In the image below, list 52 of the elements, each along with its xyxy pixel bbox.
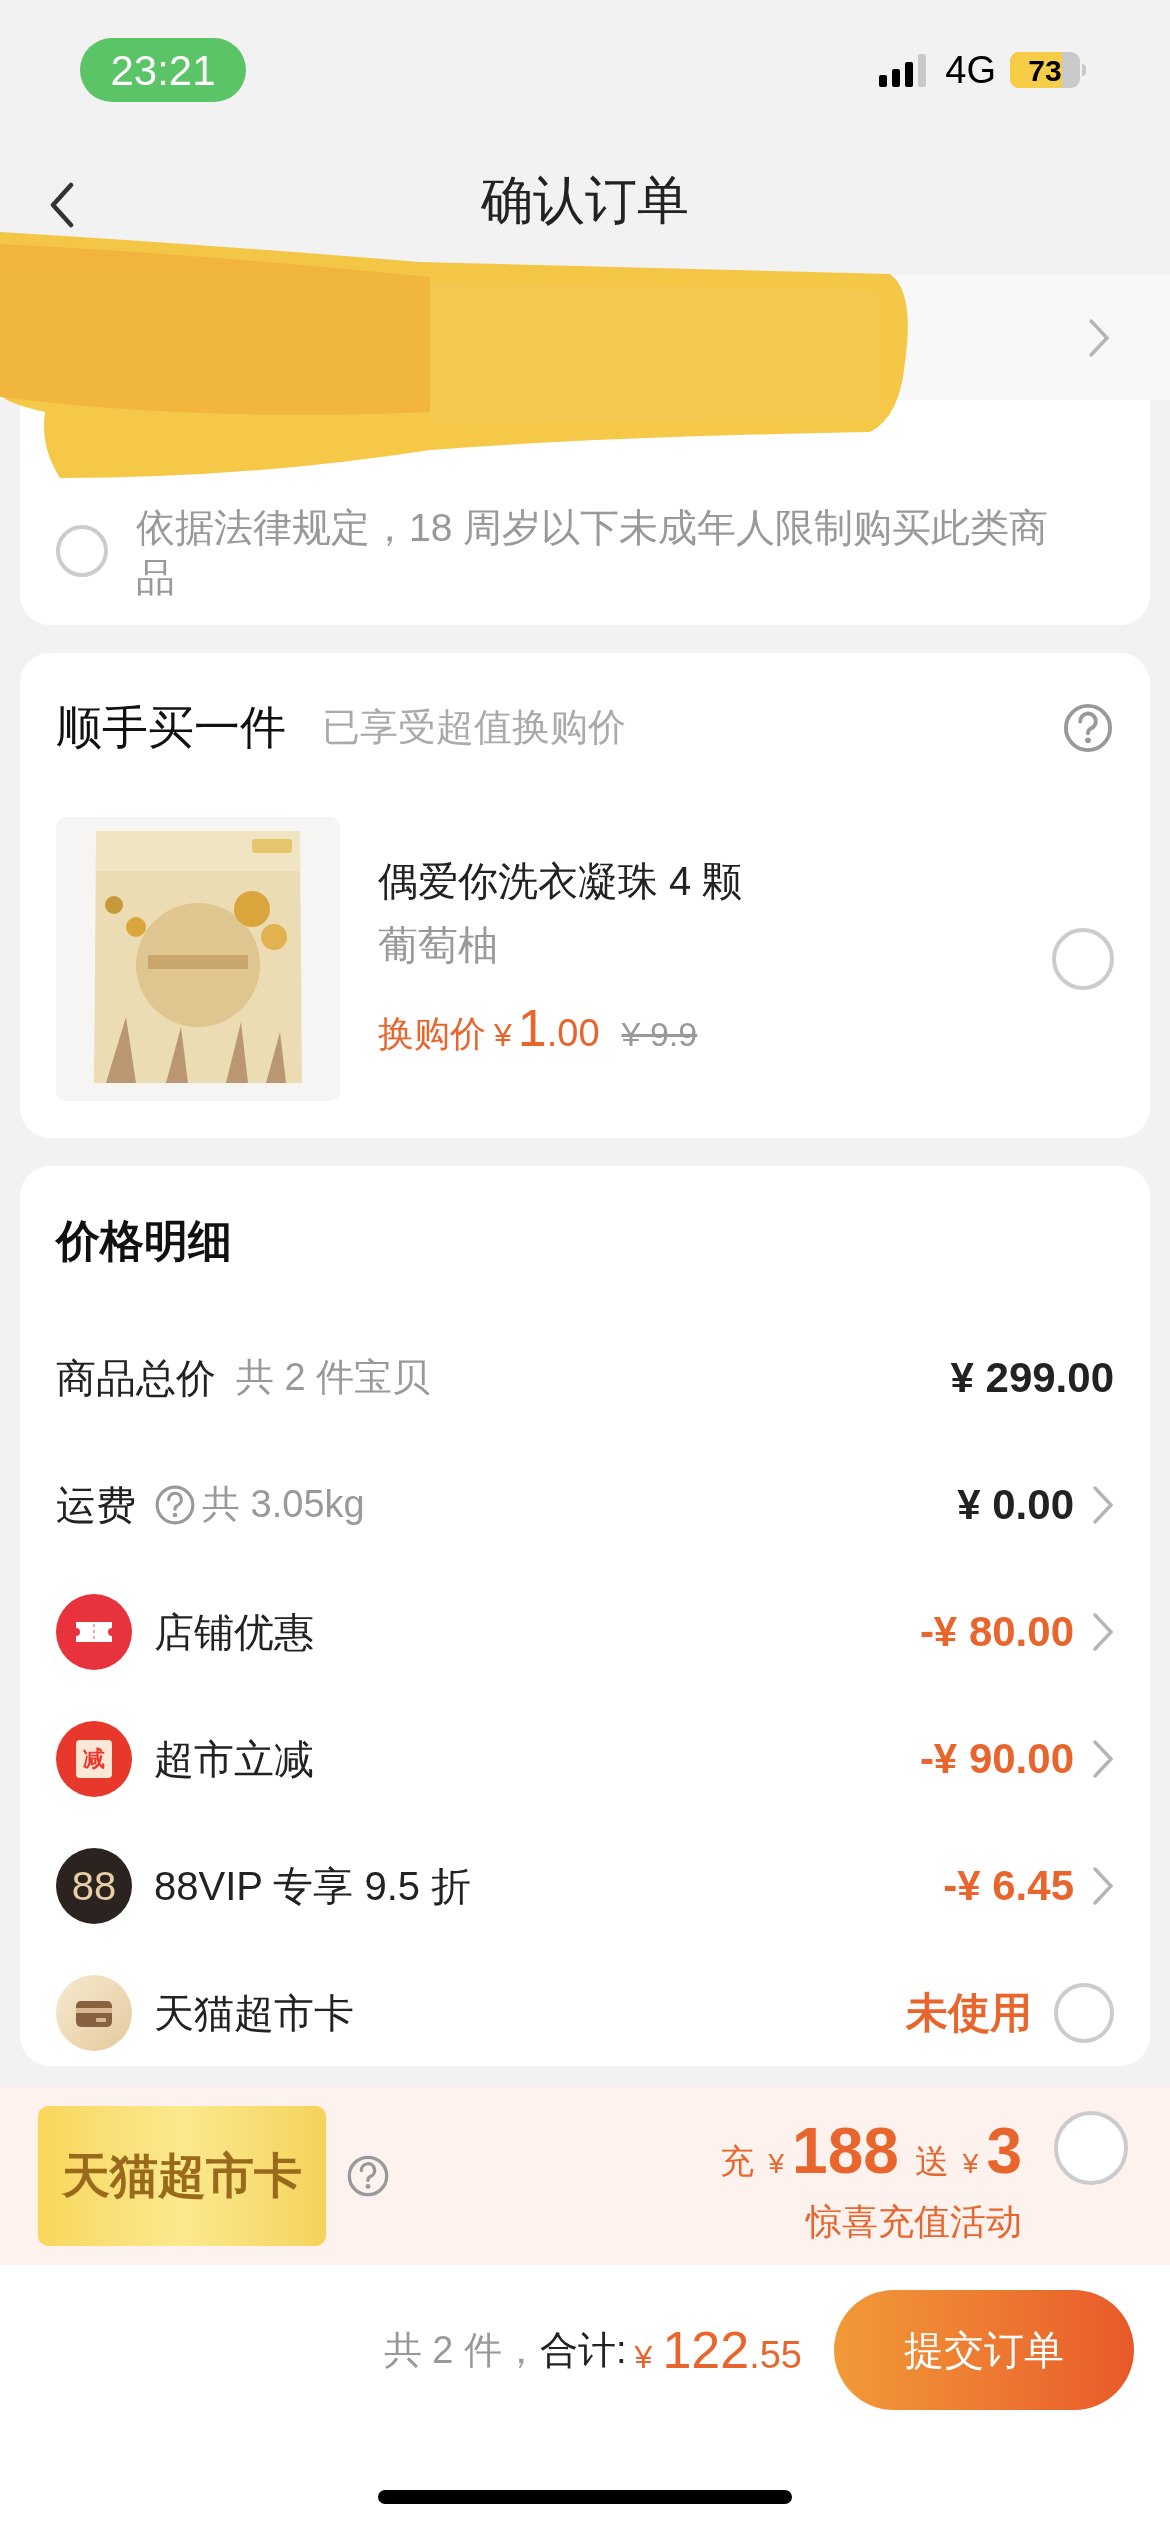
card-icon [56, 1974, 132, 2051]
row-note: 共 3.05kg [202, 1482, 365, 1527]
price-integer: 1 [517, 998, 547, 1059]
help-icon[interactable] [346, 2154, 390, 2198]
vip-badge: 88 [56, 1847, 132, 1924]
section-subtitle: 已享受超值换购价 [322, 705, 626, 750]
currency-symbol: ¥ [962, 2147, 979, 2181]
total-label: 合计: [540, 2327, 627, 2373]
row-label: 商品总价 [56, 1354, 216, 1402]
currency-symbol: ¥ [494, 1016, 512, 1055]
currency-symbol: ¥ [768, 2147, 785, 2181]
row-value: ¥ 0.00 [957, 1480, 1074, 1530]
total-integer: 122 [662, 2320, 750, 2381]
total-decimal: .55 [749, 2333, 802, 2378]
age-notice-text: 依据法律规定，18 周岁以下未成年人限制购买此类商品 [136, 505, 1050, 601]
help-icon[interactable] [154, 1483, 196, 1526]
page-title: 确认订单 [481, 169, 689, 231]
item-count: 共 2 件， [383, 2327, 541, 2373]
row-value: 未使用 [906, 1988, 1032, 2038]
row-label: 88VIP 专享 9.5 折 [154, 1862, 472, 1910]
chevron-right-icon [1088, 317, 1110, 358]
row-value: -¥ 90.00 [919, 1734, 1074, 1784]
help-icon[interactable] [1062, 701, 1114, 754]
row-label: 运费 [56, 1481, 136, 1529]
row-label: 店铺优惠 [154, 1608, 314, 1656]
card-label: 天猫超市卡 [38, 2106, 326, 2246]
original-price: ¥ 9.9 [621, 1014, 698, 1055]
row-value: -¥ 6.45 [943, 1861, 1074, 1911]
reduction-badge: 减 [56, 1720, 132, 1797]
battery-indicator: 73 [1010, 52, 1086, 88]
row-value: -¥ 80.00 [919, 1607, 1074, 1657]
radio-button[interactable] [56, 525, 108, 577]
product-variant: 葡萄柚 [378, 922, 499, 969]
price-label: 换购价 [378, 1012, 486, 1056]
recharge-label: 充 [720, 2141, 755, 2182]
currency-symbol: ¥ [634, 2338, 653, 2377]
network-label: 4G [945, 47, 996, 93]
row-label: 超市立减 [154, 1735, 314, 1783]
ticket-icon [56, 1593, 132, 1670]
row-value: ¥ 299.00 [950, 1353, 1114, 1403]
recharge-amount: 188 [792, 2114, 899, 2189]
bonus-amount: 3 [986, 2114, 1022, 2189]
price-decimal: .00 [546, 1011, 600, 1056]
row-label: 天猫超市卡 [154, 1989, 354, 2037]
section-title: 价格明细 [56, 1215, 233, 1267]
product-name: 偶爱你洗衣凝珠 4 颗 [378, 858, 744, 905]
promo-caption: 惊喜充值活动 [806, 2200, 1022, 2244]
row-note: 共 2 件宝贝 [236, 1355, 431, 1400]
section-title: 顺手买一件 [56, 700, 286, 755]
time-pill: 23:21 [80, 38, 246, 102]
submit-button[interactable]: 提交订单 [834, 2290, 1134, 2410]
bonus-label: 送 [914, 2141, 949, 2182]
